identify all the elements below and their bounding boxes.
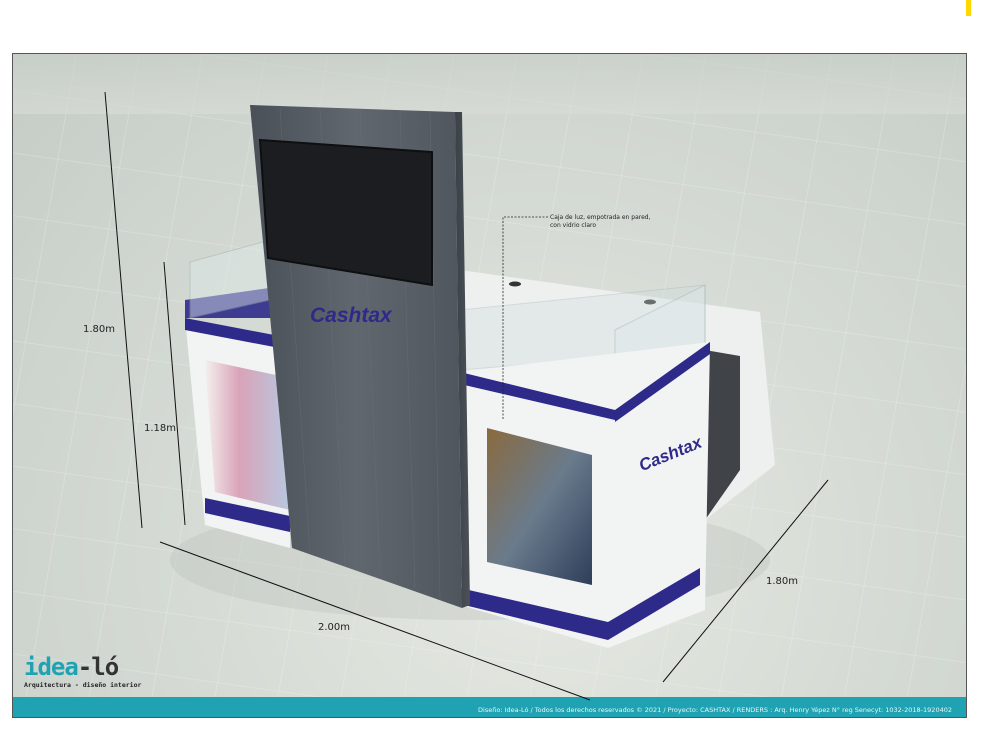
footer-credits: Diseño: Idea-Ló / Todos los derechos res… [478,706,952,714]
lightbox-annotation: Caja de luz, empotrada en pared, con vid… [550,214,651,229]
total-height-label: 1.80m [83,324,116,335]
totem-brand-logo: Cashtax [310,304,393,327]
logo-part-a: idea [24,653,79,681]
idea-lo-logo: idea-ló Arquitectura - diseño interior [24,655,141,689]
depth-label: 1.80m [766,576,799,587]
kiosk-render: Cashtax Cashtax [104,91,829,701]
counter-height-label: 1.18m [144,423,177,434]
counter-height-dim-line [163,261,186,526]
logo-subtitle: Arquitectura - diseño interior [24,681,142,689]
right-lightbox-photo [487,428,592,585]
logo-part-b: -ló [77,653,119,681]
downlight [509,281,521,287]
width-label: 2.00m [318,622,351,633]
height-dim-line [104,91,143,529]
